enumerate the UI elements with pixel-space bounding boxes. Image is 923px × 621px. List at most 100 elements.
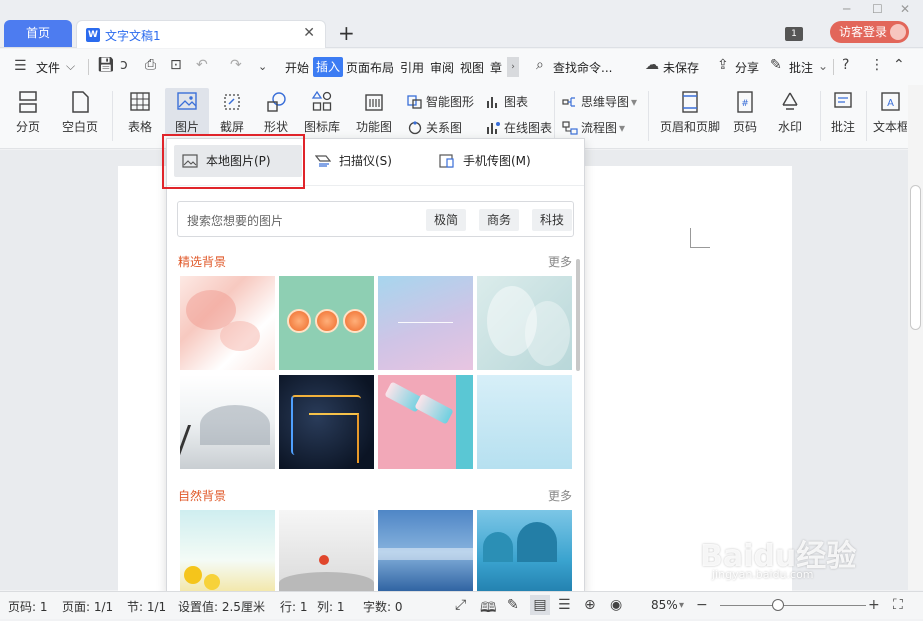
status-word-count[interactable]: 字数: 0 <box>363 598 403 615</box>
section-title-nature: 自然背景 <box>178 489 227 503</box>
minimize-icon[interactable]: ─ <box>843 2 850 16</box>
menu-tab-reference[interactable]: 引用 <box>400 59 424 76</box>
zoom-slider[interactable] <box>720 605 866 606</box>
outline-view-icon[interactable]: ☰ <box>558 597 571 613</box>
status-section[interactable]: 节: 1/1 <box>127 598 166 615</box>
blank-page-button[interactable]: 空白页 <box>55 90 105 135</box>
mind-map-button[interactable]: 思维导图 ▾ <box>562 93 637 110</box>
login-button[interactable]: 访客登录 <box>830 21 909 43</box>
more-featured-link[interactable]: 更多 <box>548 253 572 270</box>
page-number-button[interactable]: # 页码 <box>727 90 763 135</box>
status-setting[interactable]: 设置值: 2.5厘米 <box>178 598 265 615</box>
background-thumbnail[interactable] <box>279 510 374 592</box>
background-thumbnail[interactable] <box>180 510 275 592</box>
tag-business[interactable]: 商务 <box>479 209 520 231</box>
shape-button[interactable]: 形状 <box>256 90 296 135</box>
phone-upload-option[interactable]: 手机传图(M) <box>439 145 531 177</box>
more-options-icon[interactable]: ⋮ <box>870 57 884 73</box>
header-footer-button[interactable]: 页眉和页脚 <box>657 90 723 135</box>
page-break-button[interactable]: 分页 <box>8 90 48 135</box>
chevron-down-icon[interactable]: ▾ <box>679 600 684 611</box>
background-thumbnail[interactable] <box>477 276 572 370</box>
unsaved-status[interactable]: 未保存 <box>663 59 699 76</box>
menu-more-arrow[interactable]: › <box>507 57 519 77</box>
eye-protect-icon[interactable]: ◉ <box>610 597 622 613</box>
window-count-badge[interactable]: 1 <box>785 27 803 41</box>
menu-tab-start[interactable]: 开始 <box>285 59 309 76</box>
web-view-icon[interactable]: ⊕ <box>584 597 596 613</box>
panel-scrollbar[interactable] <box>576 259 580 371</box>
hamburger-icon[interactable]: ☰ <box>14 58 27 74</box>
format-painter-icon[interactable]: ↄ <box>120 57 128 73</box>
background-thumbnail[interactable] <box>378 276 473 370</box>
background-thumbnail[interactable] <box>180 276 275 370</box>
function-chart-button[interactable]: 功能图 <box>350 90 398 135</box>
read-mode-icon[interactable]: 🕮︎ <box>480 597 497 621</box>
relation-chart-button[interactable]: 关系图 <box>407 119 462 136</box>
page-view-icon[interactable]: ▤ <box>530 595 550 615</box>
annotate-button[interactable]: 批注 <box>826 90 860 135</box>
smart-graphic-button[interactable]: 智能图形 <box>407 93 474 110</box>
more-nature-link[interactable]: 更多 <box>548 487 572 504</box>
flowchart-button[interactable]: 流程图 ▾ <box>562 119 625 136</box>
save-icon[interactable]: 💾︎ <box>97 57 115 73</box>
menu-tab-layout[interactable]: 页面布局 <box>346 59 394 76</box>
close-tab-icon[interactable]: ✕ <box>303 25 315 41</box>
command-search[interactable]: 查找命令... <box>553 59 612 76</box>
zoom-slider-handle[interactable] <box>772 599 784 611</box>
icon-library-button[interactable]: 图标库 <box>300 90 344 135</box>
share-button[interactable]: 分享 <box>735 59 759 76</box>
menu-tab-view[interactable]: 视图 <box>460 59 484 76</box>
collapse-ribbon-icon[interactable]: ⌃ <box>893 57 905 73</box>
new-tab-button[interactable]: + <box>338 20 355 46</box>
quick-access-dropdown-icon[interactable]: ⌄ <box>258 60 267 73</box>
zoom-in-icon[interactable]: + <box>868 597 880 613</box>
picture-button[interactable]: 图片 <box>165 88 209 136</box>
maximize-icon[interactable]: ☐ <box>872 2 883 16</box>
tag-technology[interactable]: 科技 <box>532 209 573 231</box>
picture-search-input[interactable]: 搜索您想要的图片 极简 商务 科技 <box>177 201 574 237</box>
status-page[interactable]: 页码: 1 <box>8 598 48 615</box>
undo-icon[interactable]: ↶ <box>196 57 208 73</box>
redo-icon[interactable]: ↷ <box>230 57 242 73</box>
online-chart-button[interactable]: 在线图表 <box>485 119 552 136</box>
print-icon[interactable]: ⎙ <box>145 57 156 73</box>
zoom-out-icon[interactable]: − <box>696 597 708 613</box>
print-preview-icon[interactable]: ⊡ <box>170 57 182 73</box>
tag-minimal[interactable]: 极简 <box>426 209 467 231</box>
background-thumbnail[interactable] <box>279 276 374 370</box>
tab-home[interactable]: 首页 <box>4 20 72 47</box>
background-thumbnail[interactable] <box>378 375 473 469</box>
scrollbar-thumb[interactable] <box>910 185 921 330</box>
chevron-down-icon[interactable]: ⌵ <box>66 59 75 74</box>
comment-menu[interactable]: 批注 <box>789 59 813 76</box>
write-mode-icon[interactable]: ✎ <box>507 597 519 613</box>
menu-tab-review[interactable]: 审阅 <box>430 59 454 76</box>
chevron-down-icon[interactable]: ⌄ <box>818 59 828 73</box>
menu-tab-chapter[interactable]: 章 <box>490 59 502 76</box>
chart-button[interactable]: 图表 <box>485 93 528 110</box>
vertical-scrollbar[interactable] <box>908 85 923 590</box>
background-thumbnail[interactable] <box>477 510 572 592</box>
background-thumbnail[interactable] <box>378 510 473 592</box>
chart-icon <box>487 97 497 108</box>
status-column[interactable]: 列: 1 <box>317 598 345 615</box>
table-button[interactable]: 表格 <box>120 90 160 135</box>
status-pages[interactable]: 页面: 1/1 <box>62 598 113 615</box>
fit-page-icon[interactable]: ⛶ <box>893 597 903 613</box>
watermark-button[interactable]: 水印 <box>770 90 810 135</box>
background-thumbnail[interactable] <box>279 375 374 469</box>
status-row[interactable]: 行: 1 <box>280 598 308 615</box>
help-icon[interactable]: ? <box>842 57 849 73</box>
menu-tab-insert[interactable]: 插入 <box>313 57 343 77</box>
zoom-level[interactable]: 85% <box>651 598 678 612</box>
scanner-option[interactable]: 扫描仪(S) <box>314 145 392 177</box>
screenshot-button[interactable]: 截屏 <box>212 90 252 135</box>
tab-document[interactable]: W 文字文稿1 ✕ <box>76 20 326 48</box>
background-thumbnail[interactable] <box>477 375 572 469</box>
fullscreen-icon[interactable]: ⤢ <box>455 597 466 613</box>
background-thumbnail[interactable] <box>180 375 275 469</box>
textbox-button[interactable]: A 文本框 <box>873 90 907 135</box>
file-menu[interactable]: 文件 <box>36 59 60 76</box>
close-window-icon[interactable]: ✕ <box>900 2 910 16</box>
